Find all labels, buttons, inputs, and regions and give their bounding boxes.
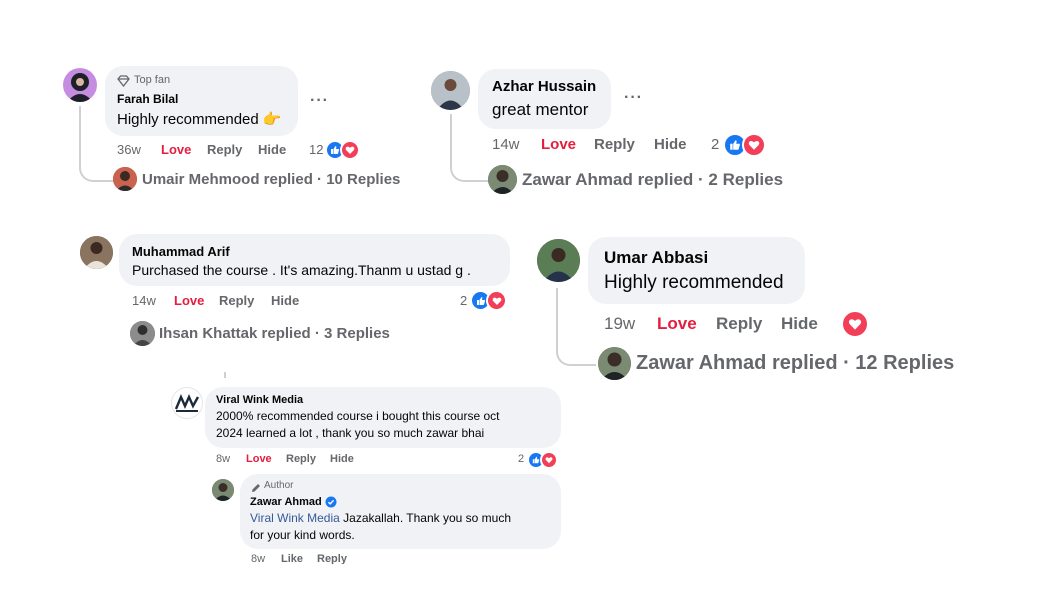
love-button[interactable]: Love — [246, 453, 272, 465]
view-replies-link[interactable]: Zawar Ahmad replied · 2 Replies — [522, 170, 783, 190]
hide-button[interactable]: Hide — [781, 314, 818, 334]
comment-text-line-2: 2024 learned a lot , thank you so much z… — [216, 426, 485, 440]
timestamp[interactable]: 19w — [604, 314, 635, 334]
thread-line — [224, 372, 226, 378]
view-replies-link[interactable]: Zawar Ahmad replied · 12 Replies — [636, 352, 954, 375]
diamond-icon — [117, 74, 130, 92]
view-replies-link[interactable]: Ihsan Khattak replied · 3 Replies — [159, 325, 390, 342]
timestamp[interactable]: 8w — [216, 453, 230, 465]
love-reaction-icon — [486, 290, 507, 311]
avatar[interactable] — [212, 479, 234, 501]
reply-button[interactable]: Reply — [207, 142, 242, 157]
love-reaction-icon — [540, 451, 558, 469]
love-reaction-icon — [340, 140, 360, 160]
love-button[interactable]: Love — [161, 142, 191, 157]
comment-bubble — [119, 234, 510, 286]
hide-button[interactable]: Hide — [258, 142, 286, 157]
comment-text-line-2: for your kind words. — [250, 528, 355, 542]
avatar[interactable] — [113, 167, 137, 191]
more-options-icon[interactable]: ··· — [624, 89, 643, 107]
commenter-name[interactable]: Zawar Ahmad — [250, 496, 322, 508]
hide-button[interactable]: Hide — [654, 136, 687, 153]
reply-button[interactable]: Reply — [219, 293, 254, 308]
avatar[interactable] — [431, 71, 470, 110]
reply-button[interactable]: Reply — [286, 453, 316, 465]
comment-text-line-1: 2000% recommended course i bought this c… — [216, 409, 500, 423]
avatar[interactable] — [488, 165, 517, 194]
comment-text: Highly recommended — [604, 272, 784, 293]
reaction-count[interactable]: 2 — [711, 136, 719, 153]
avatar[interactable] — [171, 387, 203, 419]
reaction-count[interactable]: 12 — [309, 142, 323, 157]
timestamp[interactable]: 36w — [117, 142, 141, 157]
hide-button[interactable]: Hide — [330, 453, 354, 465]
commenter-name[interactable]: Azhar Hussain — [492, 78, 596, 95]
reply-button[interactable]: Reply — [594, 136, 635, 153]
timestamp[interactable]: 14w — [132, 293, 156, 308]
comment-text: Purchased the course . It's amazing.Than… — [132, 262, 471, 278]
avatar[interactable] — [63, 68, 97, 102]
thread-line — [450, 114, 488, 182]
avatar[interactable] — [537, 239, 580, 282]
reaction-count[interactable]: 2 — [460, 293, 467, 308]
commenter-name[interactable]: Umar Abbasi — [604, 248, 708, 268]
love-button[interactable]: Love — [174, 293, 204, 308]
avatar[interactable] — [598, 347, 631, 380]
reaction-icons[interactable] — [723, 133, 766, 157]
author-badge: Author — [264, 480, 294, 491]
more-options-icon[interactable]: ··· — [310, 92, 329, 110]
timestamp[interactable]: 14w — [492, 136, 520, 153]
comment-text-line-1: Viral Wink Media Jazakallah. Thank you s… — [250, 511, 511, 525]
avatar[interactable] — [80, 236, 113, 269]
hide-button[interactable]: Hide — [271, 293, 299, 308]
love-button[interactable]: Love — [541, 136, 576, 153]
mention-link[interactable]: Viral Wink Media — [250, 511, 340, 525]
commenter-name[interactable]: Viral Wink Media — [216, 394, 303, 406]
comment-text: Highly recommended 👉 — [117, 111, 282, 128]
commenter-name[interactable]: Muhammad Arif — [132, 244, 230, 259]
love-button[interactable]: Love — [657, 314, 697, 334]
reaction-icons[interactable] — [527, 451, 558, 469]
love-reaction-icon — [742, 133, 766, 157]
commenter-name[interactable]: Farah Bilal — [117, 92, 178, 106]
reaction-icons[interactable] — [325, 140, 360, 160]
comment-text: great mentor — [492, 100, 589, 119]
reply-button[interactable]: Reply — [716, 314, 762, 334]
top-fan-badge: Top fan — [134, 74, 171, 86]
love-reaction-icon — [841, 310, 869, 338]
reaction-count[interactable]: 2 — [518, 453, 524, 465]
crop-mask — [0, 564, 1050, 612]
reaction-icons[interactable] — [470, 290, 507, 311]
reaction-icons[interactable] — [841, 310, 869, 338]
thread-line — [556, 288, 596, 366]
comment-text: Jazakallah. Thank you so much — [339, 511, 512, 525]
view-replies-link[interactable]: Umair Mehmood replied · 10 Replies — [142, 171, 400, 188]
avatar[interactable] — [130, 321, 155, 346]
